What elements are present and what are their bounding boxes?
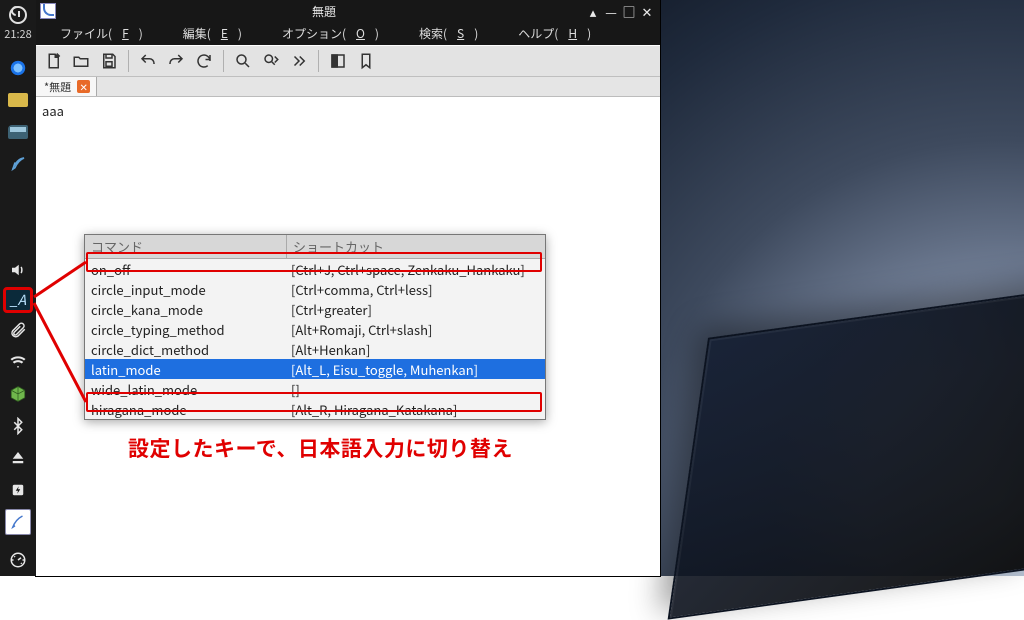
wifi-icon[interactable] — [5, 349, 31, 375]
shortcut-row[interactable]: circle_dict_method[Alt+Henkan] — [85, 339, 545, 359]
battery-icon[interactable] — [5, 477, 31, 503]
shortcut-keys: [Ctrl+greater] — [287, 300, 372, 319]
shortcut-keys: [Alt_R, Hiragana_Katakana] — [287, 400, 457, 419]
tab-strip: *無題 ✕ — [36, 77, 660, 97]
editor-app-icon[interactable] — [5, 151, 31, 177]
shortcut-command: wide_latin_mode — [85, 380, 287, 399]
menu-help[interactable]: ヘルプ(H) — [498, 23, 611, 44]
refresh-clock-icon[interactable] — [9, 6, 27, 24]
tab-untitled[interactable]: *無題 ✕ — [36, 77, 97, 96]
shortcut-row[interactable]: circle_input_mode[Ctrl+comma, Ctrl+less] — [85, 279, 545, 299]
clip-icon[interactable] — [5, 317, 31, 343]
tab-close-icon[interactable]: ✕ — [77, 80, 90, 93]
redo-button[interactable] — [163, 48, 189, 74]
find-replace-button[interactable] — [258, 48, 284, 74]
shortcut-keys: [Alt+Henkan] — [287, 340, 370, 359]
shortcut-row[interactable]: hiragana_mode[Alt_R, Hiragana_Katakana] — [85, 399, 545, 419]
taskbar: 21:28 _A — [0, 0, 36, 576]
ime-highlight-box — [3, 287, 33, 313]
chrome-icon[interactable] — [5, 55, 31, 81]
undo-button[interactable] — [135, 48, 161, 74]
shortcut-row[interactable]: wide_latin_mode[] — [85, 379, 545, 399]
search-button[interactable] — [230, 48, 256, 74]
shortcut-command: latin_mode — [85, 360, 287, 379]
menu-option[interactable]: オプション(O) — [262, 23, 399, 44]
annotation-text: 設定したキーで、日本語入力に切り替え — [128, 433, 513, 463]
shortcut-command: circle_dict_method — [85, 340, 287, 359]
bookmark-button[interactable] — [353, 48, 379, 74]
save-button[interactable] — [96, 48, 122, 74]
shortcut-command: circle_kana_mode — [85, 300, 287, 319]
open-file-button[interactable] — [68, 48, 94, 74]
bluetooth-icon[interactable] — [5, 413, 31, 439]
close-button[interactable]: ✕ — [638, 2, 656, 21]
menu-edit[interactable]: 編集(E) — [163, 23, 262, 44]
shortcut-table-header: コマンド ショートカット — [85, 235, 545, 259]
menu-search[interactable]: 検索(S) — [399, 23, 498, 44]
editor-text: aaa — [42, 101, 64, 120]
shortcut-keys: [Alt_L, Eisu_toggle, Muhenkan] — [287, 360, 478, 379]
shortcut-keys: [Alt+Romaji, Ctrl+slash] — [287, 320, 432, 339]
shortcut-command: on_off — [85, 260, 287, 279]
files-icon[interactable] — [5, 119, 31, 145]
shortcut-keys: [Ctrl+J, Ctrl+space, Zenkaku_Hankaku] — [287, 260, 525, 279]
editor-app-icon-2[interactable] — [5, 509, 31, 535]
window-title: 無題 — [64, 3, 584, 20]
sound-icon[interactable] — [5, 257, 31, 283]
shortcut-keys: [Ctrl+comma, Ctrl+less] — [287, 280, 432, 299]
tab-label: *無題 — [44, 79, 71, 95]
more-button[interactable] — [286, 48, 312, 74]
rollup-button[interactable]: ▴ — [584, 2, 602, 21]
dashboard-icon[interactable] — [5, 547, 31, 573]
shortcut-row[interactable]: on_off[Ctrl+J, Ctrl+space, Zenkaku_Hanka… — [85, 259, 545, 279]
shortcut-row[interactable]: circle_typing_method[Alt+Romaji, Ctrl+sl… — [85, 319, 545, 339]
shortcut-command: circle_input_mode — [85, 280, 287, 299]
col-command[interactable]: コマンド — [85, 235, 287, 258]
maximize-button[interactable]: □ — [620, 2, 638, 21]
app-icon-yellow[interactable] — [5, 87, 31, 113]
refresh-button[interactable] — [191, 48, 217, 74]
menu-file[interactable]: ファイル(F) — [40, 23, 163, 44]
menubar: ファイル(F) 編集(E) オプション(O) 検索(S) ヘルプ(H) — [36, 22, 660, 45]
shortcut-keys: [] — [287, 380, 300, 399]
toolbar — [36, 45, 660, 77]
shortcut-settings-popup: コマンド ショートカット on_off[Ctrl+J, Ctrl+space, … — [84, 234, 546, 420]
col-shortcut[interactable]: ショートカット — [287, 235, 390, 258]
shortcut-row[interactable]: latin_mode[Alt_L, Eisu_toggle, Muhenkan] — [85, 359, 545, 379]
titlebar[interactable]: 無題 ▴ — □ ✕ — [36, 0, 660, 22]
shortcut-command: hiragana_mode — [85, 400, 287, 419]
minimize-button[interactable]: — — [602, 2, 620, 21]
app-icon — [40, 3, 56, 19]
shortcut-row[interactable]: circle_kana_mode[Ctrl+greater] — [85, 299, 545, 319]
shortcut-command: circle_typing_method — [85, 320, 287, 339]
new-file-button[interactable] — [40, 48, 66, 74]
panel-toggle-button[interactable] — [325, 48, 351, 74]
eject-icon[interactable] — [5, 445, 31, 471]
cube-icon[interactable] — [5, 381, 31, 407]
clock-time[interactable]: 21:28 — [4, 26, 31, 42]
